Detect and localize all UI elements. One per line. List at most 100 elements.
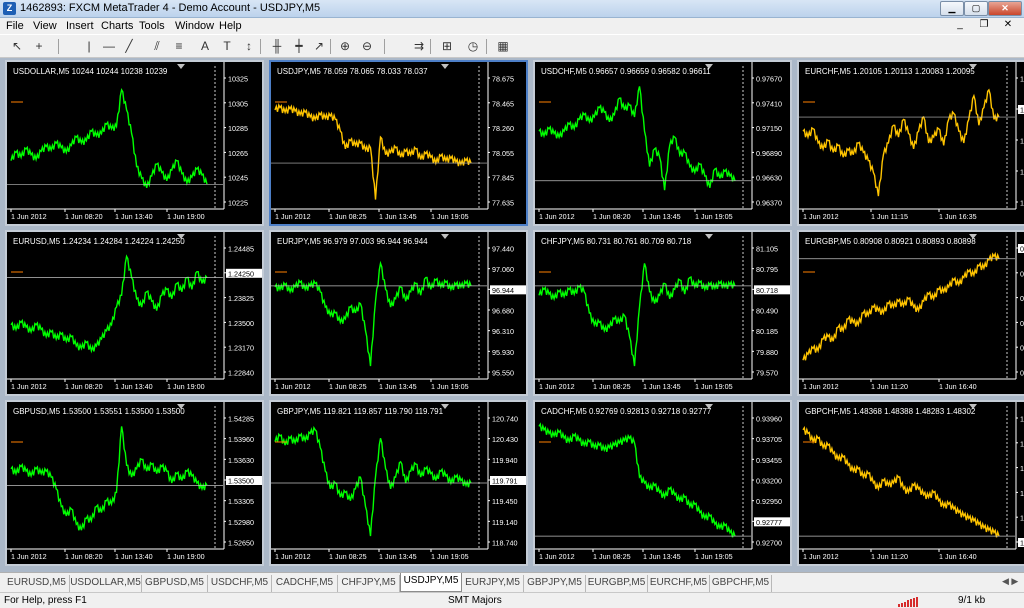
price-tick-label: 97.440	[492, 245, 514, 254]
time-tick-label: 1 Jun 2012	[275, 552, 311, 561]
new-order-icon[interactable]: ⊞	[438, 38, 456, 55]
tab-chfjpy[interactable]: CHFJPY,M5	[338, 575, 400, 592]
chart-window-eurusd[interactable]: EURUSD,M5 1.24234 1.24284 1.24224 1.2425…	[5, 230, 264, 396]
chart-canvas[interactable]: EURJPY,M5 96.979 97.003 96.944 96.944 97.…	[271, 232, 526, 394]
tab-scroll-arrows-icon[interactable]: ◀ ▶	[1002, 576, 1018, 587]
tab-usdjpy[interactable]: USDJPY,M5	[400, 573, 462, 592]
chart-window-eurchf[interactable]: EURCHF,M5 1.20105 1.20113 1.20083 1.2009…	[797, 60, 1024, 226]
price-tick-label: 1.53630	[228, 456, 254, 465]
price-tick-label: 1.48525	[1020, 514, 1024, 523]
time-tick-label: 1 Jun 08:20	[65, 552, 103, 561]
mdi-close-icon[interactable]: ✕	[996, 19, 1020, 30]
chart-window-usdjpy[interactable]: USDJPY,M5 78.059 78.065 78.033 78.037 78.…	[269, 60, 528, 226]
price-tick-label: 1.53960	[228, 435, 254, 444]
candlesticks-icon[interactable]: ┿	[290, 38, 308, 55]
tab-usdollar[interactable]: USDOLLAR,M5	[70, 575, 142, 592]
tab-eurchf[interactable]: EURCHF,M5	[648, 575, 710, 592]
chart-window-eurgbp[interactable]: EURGBP,M5 0.80908 0.80921 0.80893 0.8089…	[797, 230, 1024, 396]
price-tick-label: 78.055	[492, 149, 514, 158]
chart-window-gbpchf[interactable]: GBPCHF,M5 1.48368 1.48388 1.48283 1.4830…	[797, 400, 1024, 566]
bar-chart-icon[interactable]: ╫	[268, 38, 286, 55]
arrows-icon[interactable]: ↕	[240, 38, 258, 55]
trendline-icon[interactable]: ╱	[120, 38, 138, 55]
close-button[interactable]: ✕	[988, 1, 1022, 16]
chart-window-cadchf[interactable]: CADCHF,M5 0.92769 0.92813 0.92718 0.9277…	[533, 400, 792, 566]
vertical-line-icon[interactable]: |	[80, 38, 98, 55]
chart-canvas[interactable]: EURCHF,M5 1.20105 1.20113 1.20083 1.2009…	[799, 62, 1024, 224]
chart-canvas[interactable]: USDJPY,M5 78.059 78.065 78.033 78.037 78.…	[271, 62, 526, 224]
tab-usdchf[interactable]: USDCHF,M5	[208, 575, 272, 592]
connection-bar	[898, 604, 900, 607]
zoom-out-icon[interactable]: ⊖	[358, 38, 376, 55]
cursor-icon[interactable]: ↖	[8, 38, 26, 55]
time-tick-label: 1 Jun 08:25	[593, 552, 631, 561]
chart-canvas[interactable]: EURUSD,M5 1.24234 1.24284 1.24224 1.2425…	[7, 232, 262, 394]
price-series-line	[10, 88, 208, 188]
tab-eurgbp[interactable]: EURGBP,M5	[586, 575, 648, 592]
chart-canvas[interactable]: USDOLLAR,M5 10244 10244 10238 10239 10325…	[7, 62, 262, 224]
menu-insert[interactable]: Insert	[66, 20, 94, 32]
zoom-in-icon[interactable]: ⊕	[336, 38, 354, 55]
time-tick-label: 1 Jun 19:00	[167, 212, 205, 221]
line-chart-icon[interactable]: ↗	[310, 38, 328, 55]
templates-icon[interactable]: ▦	[494, 38, 512, 55]
mdi-window-controls: _ ❐ ✕	[948, 19, 1020, 30]
text-label-icon[interactable]: T	[218, 38, 236, 55]
chart-window-usdollar[interactable]: USDOLLAR,M5 10244 10244 10238 10239 10325…	[5, 60, 264, 226]
menu-tools[interactable]: Tools	[139, 20, 165, 32]
menu-charts[interactable]: Charts	[101, 20, 133, 32]
chart-canvas[interactable]: EURGBP,M5 0.80908 0.80921 0.80893 0.8089…	[799, 232, 1024, 394]
chart-canvas[interactable]: GBPUSD,M5 1.53500 1.53551 1.53500 1.5350…	[7, 402, 262, 564]
maximize-button[interactable]: ▢	[964, 1, 988, 16]
menu-file[interactable]: File	[6, 20, 24, 32]
chart-canvas[interactable]: CADCHF,M5 0.92769 0.92813 0.92718 0.9277…	[535, 402, 790, 564]
crosshair-icon[interactable]: +	[30, 38, 48, 55]
tab-gbpchf[interactable]: GBPCHF,M5	[710, 575, 772, 592]
current-price-label: 0.92777	[756, 518, 782, 527]
time-tick-label: 1 Jun 08:20	[65, 212, 103, 221]
status-traffic: 9/1 kb	[958, 595, 986, 606]
chart-canvas[interactable]: GBPCHF,M5 1.48368 1.48388 1.48283 1.4830…	[799, 402, 1024, 564]
periods-icon[interactable]: ◷	[464, 38, 482, 55]
chart-header-label: GBPCHF,M5 1.48368 1.48388 1.48283 1.4830…	[805, 407, 976, 416]
mdi-restore-icon[interactable]: ❐	[972, 19, 996, 30]
current-price-label: 119.791	[492, 477, 517, 486]
chart-canvas[interactable]: GBPJPY,M5 119.821 119.857 119.790 119.79…	[271, 402, 526, 564]
price-tick-label: 10265	[228, 149, 248, 158]
minimize-button[interactable]: ▁	[940, 1, 964, 16]
chart-window-gbpjpy[interactable]: GBPJPY,M5 119.821 119.857 119.790 119.79…	[269, 400, 528, 566]
price-tick-label: 80.490	[756, 307, 778, 316]
menu-view[interactable]: View	[33, 20, 57, 32]
chart-window-gbpusd[interactable]: GBPUSD,M5 1.53500 1.53551 1.53500 1.5350…	[5, 400, 264, 566]
menu-help[interactable]: Help	[219, 20, 242, 32]
price-tick-label: 119.940	[492, 456, 517, 465]
tab-eurusd[interactable]: EURUSD,M5	[4, 575, 70, 592]
metatrader-app-icon[interactable]: Z	[3, 2, 16, 15]
tab-gbpjpy[interactable]: GBPJPY,M5	[524, 575, 586, 592]
menu-window[interactable]: Window	[175, 20, 214, 32]
chart-window-chfjpy[interactable]: CHFJPY,M5 80.731 80.761 80.709 80.718 81.…	[533, 230, 792, 396]
text-icon[interactable]: A	[196, 38, 214, 55]
status-help: For Help, press F1	[4, 595, 87, 606]
time-tick-label: 1 Jun 13:40	[115, 382, 153, 391]
price-tick-label: 1.49600	[1020, 415, 1024, 424]
tab-gbpusd[interactable]: GBPUSD,M5	[142, 575, 208, 592]
chart-header-label: EURGBP,M5 0.80908 0.80921 0.80893 0.8089…	[805, 237, 976, 246]
chart-window-eurjpy[interactable]: EURJPY,M5 96.979 97.003 96.944 96.944 97.…	[269, 230, 528, 396]
time-tick-label: 1 Jun 19:00	[167, 382, 205, 391]
price-tick-label: 10325	[228, 75, 248, 84]
autoscroll-icon[interactable]: ⇉	[410, 38, 428, 55]
chart-canvas[interactable]: USDCHF,M5 0.96657 0.96659 0.96582 0.9661…	[535, 62, 790, 224]
equidistant-channel-icon[interactable]: ⫽	[148, 38, 166, 55]
horizontal-line-icon[interactable]: —	[100, 38, 118, 55]
chart-window-usdchf[interactable]: USDCHF,M5 0.96657 0.96659 0.96582 0.9661…	[533, 60, 792, 226]
price-tick-label: 1.23825	[228, 294, 254, 303]
tab-eurjpy[interactable]: EURJPY,M5	[462, 575, 524, 592]
chart-shift-marker-icon	[441, 64, 449, 69]
status-bar: For Help, press F1 SMT Majors 9/1 kb	[0, 592, 1024, 608]
fibonacci-icon[interactable]: ≡	[170, 38, 188, 55]
time-tick-label: 1 Jun 13:45	[643, 552, 681, 561]
chart-canvas[interactable]: CHFJPY,M5 80.731 80.761 80.709 80.718 81.…	[535, 232, 790, 394]
tab-cadchf[interactable]: CADCHF,M5	[272, 575, 338, 592]
mdi-minimize-icon[interactable]: _	[948, 19, 972, 30]
